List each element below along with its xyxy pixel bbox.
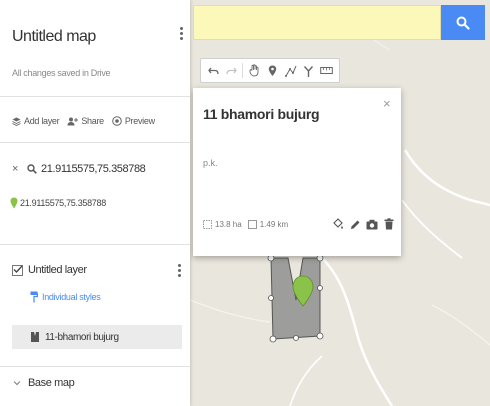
style-button[interactable] [332,217,344,231]
edit-button[interactable] [349,217,361,231]
add-layer-icon [12,117,21,126]
draw-line-button[interactable] [282,61,300,80]
add-directions-button[interactable] [300,61,318,80]
undo-button[interactable] [204,61,222,80]
map-road [289,355,323,406]
map-road [401,199,463,259]
feature-label: 11-bhamori bujurg [45,331,119,343]
directions-icon [304,65,314,77]
map-road [403,149,490,207]
close-search-icon[interactable]: × [12,163,18,175]
redo-icon [226,67,237,74]
add-marker-button[interactable] [263,61,281,80]
draw-line-icon [284,65,297,77]
hand-icon [249,64,259,77]
green-marker-icon [10,197,18,209]
marker-icon [268,65,277,76]
search-icon [27,164,37,174]
perimeter-value: 1.49 km [259,220,289,229]
vertex-handle[interactable] [293,335,299,341]
add-layer-label: Add layer [24,116,60,126]
redo-button[interactable] [222,61,240,80]
polygon-feature-icon [31,332,39,342]
map-legend-panel: Untitled map All changes saved in Drive … [0,0,190,406]
delete-button[interactable] [383,217,395,231]
layer-options-kebab-icon[interactable] [176,264,182,277]
search-button[interactable] [441,5,485,40]
area-value: 13.8 ha [215,220,242,229]
select-items-button[interactable] [245,61,263,80]
measure-button[interactable] [318,61,336,80]
paint-bucket-icon [333,218,343,229]
map-search-input[interactable] [193,5,441,40]
panel-divider [0,142,190,143]
popup-description: p.k. [203,158,218,168]
panel-divider [0,366,190,367]
preview-eye-icon [112,116,122,126]
popup-close-button[interactable]: × [383,96,391,111]
panel-actions: Add layer Share Preview [12,116,163,126]
save-status: All changes saved in Drive [12,68,111,78]
popup-measurements: 13.8 ha 1.49 km [203,220,288,229]
search-result-label: 21.9115575,75.358788 [20,198,106,208]
map-road [189,299,271,323]
add-layer-button[interactable]: Add layer [12,116,60,126]
vertex-handle[interactable] [268,295,274,301]
layer-name[interactable]: Untitled layer [28,264,87,276]
add-photo-button[interactable] [366,217,378,231]
perimeter-icon [247,220,257,229]
layer-visibility-checkbox[interactable] [12,264,23,276]
share-label: Share [81,116,104,126]
search-result-item[interactable]: 21.9115575,75.358788 [10,197,106,209]
vertex-handle[interactable] [316,332,324,340]
panel-divider [0,244,190,245]
search-icon [456,16,470,30]
pencil-icon [350,220,359,229]
layer-style-link[interactable]: Individual styles [30,291,101,303]
vertex-handle[interactable] [269,335,277,343]
map-road [431,304,490,346]
search-query: 21.9115575,75.358788 [41,163,146,175]
feature-info-popup: 11 bhamori bujurg × p.k. 13.8 ha 1.49 km [193,88,401,256]
popup-title[interactable]: 11 bhamori bujurg [203,106,320,122]
trash-icon [384,218,394,230]
map-options-kebab-icon[interactable] [178,27,184,40]
ruler-icon [320,67,334,74]
expand-arrow-icon [13,381,21,386]
layer-header: Untitled layer [12,264,87,276]
layer-style-label: Individual styles [42,292,101,302]
checkmark-icon [13,265,23,273]
panel-divider [0,96,190,97]
vertex-handle[interactable] [317,285,323,291]
preview-label: Preview [124,116,155,126]
undo-icon [207,67,219,74]
map-road [319,255,394,406]
camera-icon [366,219,378,229]
parcel-polygon[interactable] [270,257,321,340]
share-person-icon [67,117,79,125]
popup-toolbar [332,217,395,231]
map-title[interactable]: Untitled map [12,28,96,46]
map-toolbar [200,58,340,83]
toolbar-separator [242,63,244,78]
base-map-row[interactable]: Base map [12,377,75,389]
share-button[interactable]: Share [67,116,104,126]
layer-feature-item[interactable]: 11-bhamori bujurg [12,325,182,349]
preview-button[interactable]: Preview [112,116,155,126]
search-results-header: × 21.9115575,75.358788 [12,163,146,175]
paint-roller-icon [30,291,38,303]
base-map-label: Base map [28,377,75,389]
area-icon [203,220,212,229]
